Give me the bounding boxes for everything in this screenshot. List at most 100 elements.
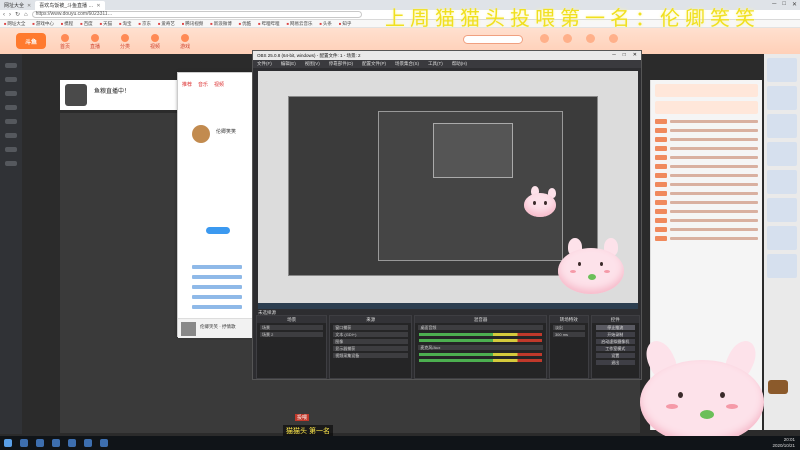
source-item[interactable]: 文本 (GDI+)	[333, 332, 409, 337]
bookmark-item[interactable]: 新浪微博	[210, 21, 232, 27]
maximize-icon[interactable]: □	[782, 1, 786, 8]
music-tab[interactable]: 音乐	[198, 81, 208, 88]
menu-item[interactable]: 工具(T)	[428, 61, 443, 67]
scene-item[interactable]: 场景 2	[260, 332, 324, 337]
nav-item[interactable]: 游戏	[180, 34, 190, 50]
ad-banner[interactable]	[767, 170, 797, 194]
transition-select[interactable]: 淡出	[552, 325, 585, 330]
music-tab[interactable]: 视频	[214, 81, 224, 88]
start-icon[interactable]	[4, 439, 12, 447]
nav-item[interactable]: 直播	[90, 34, 100, 50]
start-recording-button[interactable]: 开始录制	[595, 332, 636, 337]
exit-button[interactable]: 退出	[595, 360, 636, 365]
close-icon[interactable]: ✕	[27, 3, 31, 9]
source-item[interactable]: 图像	[333, 339, 409, 344]
file-explorer-icon[interactable]	[52, 439, 60, 447]
music-tab[interactable]: 推荐	[182, 81, 192, 88]
sidebar-item[interactable]	[5, 133, 17, 138]
bookmark-item[interactable]: 天猫	[100, 21, 112, 27]
sidebar-item[interactable]	[5, 119, 17, 124]
bookmark-item[interactable]: 网易云音乐	[287, 21, 313, 27]
site-logo[interactable]: 斗鱼	[16, 33, 46, 49]
menu-item[interactable]: 停靠部件(D)	[329, 61, 353, 67]
studio-mode-button[interactable]: 工作室模式	[595, 346, 636, 351]
bookmark-item[interactable]: 哔哩哔哩	[258, 21, 280, 27]
refresh-icon[interactable]: ↻	[15, 11, 20, 18]
bookmark-item[interactable]: 头条	[319, 21, 332, 27]
stop-stream-button[interactable]: 停止推流	[595, 325, 636, 330]
menu-item[interactable]: 配置文件(P)	[362, 61, 386, 67]
url-input[interactable]: https://www.douyu.com/6023311…	[31, 11, 362, 18]
volume-slider[interactable]	[419, 359, 542, 362]
song-item[interactable]	[192, 305, 242, 309]
bookmark-item[interactable]: 腾讯视频	[182, 21, 203, 27]
bookmark-item[interactable]: 淘宝	[119, 21, 132, 27]
menu-item[interactable]: 视图(V)	[305, 61, 320, 67]
search-icon[interactable]	[20, 439, 28, 447]
follow-button[interactable]	[206, 227, 230, 234]
task-view-icon[interactable]	[36, 439, 44, 447]
follow-icon[interactable]	[563, 34, 572, 43]
ad-banner[interactable]	[767, 114, 797, 138]
close-icon[interactable]: ✕	[633, 52, 637, 58]
bookmark-item[interactable]: 携程	[61, 21, 73, 27]
ad-banner[interactable]	[767, 58, 797, 82]
sidebar-item[interactable]	[5, 77, 17, 82]
streamer-avatar[interactable]	[65, 84, 87, 106]
sidebar-item[interactable]	[5, 161, 17, 166]
nav-item[interactable]: 分类	[120, 34, 130, 50]
ad-banner[interactable]	[767, 198, 797, 222]
menu-item[interactable]: 文件(F)	[257, 61, 272, 67]
scene-item[interactable]: 场景	[260, 325, 324, 330]
bookmark-item[interactable]: 京东	[139, 21, 151, 27]
forward-icon[interactable]: ›	[9, 12, 11, 18]
music-app-icon[interactable]	[100, 439, 108, 447]
song-item[interactable]	[192, 275, 242, 279]
browser-tab[interactable]: 网址大全 ✕	[0, 1, 35, 10]
menu-item[interactable]: 帮助(H)	[452, 61, 467, 67]
back-icon[interactable]: ‹	[3, 12, 5, 18]
sidebar-item[interactable]	[5, 63, 17, 68]
obs-icon[interactable]	[84, 439, 92, 447]
bookmark-item[interactable]: 知乎	[339, 21, 351, 27]
close-window-icon[interactable]: ✕	[792, 1, 797, 8]
sidebar-item[interactable]	[5, 147, 17, 152]
ad-banner[interactable]	[767, 86, 797, 110]
minimize-icon[interactable]: ─	[612, 52, 616, 58]
transition-duration[interactable]: 300 ms	[552, 332, 585, 337]
sidebar-item[interactable]	[5, 105, 17, 110]
system-clock[interactable]: 20:01 2020/10/21	[772, 437, 795, 449]
user-avatar-icon[interactable]	[609, 34, 618, 43]
ad-banner[interactable]	[767, 254, 797, 278]
nav-item[interactable]: 视频	[150, 34, 160, 50]
bookmark-item[interactable]: 百度	[80, 21, 93, 27]
gift-card[interactable]	[655, 84, 758, 97]
source-item[interactable]: 视频采集设备	[333, 353, 409, 358]
bookmark-item[interactable]: 网址大全	[4, 21, 25, 27]
browser-icon[interactable]	[68, 439, 76, 447]
menu-item[interactable]: 编辑(E)	[281, 61, 296, 67]
gift-card[interactable]	[655, 101, 758, 114]
browser-tab-active[interactable]: 喜欢鸟饭被_斗鱼直播 … ✕	[35, 1, 105, 10]
message-icon[interactable]	[586, 34, 595, 43]
maximize-icon[interactable]: □	[623, 52, 626, 58]
close-icon[interactable]: ✕	[96, 3, 100, 9]
volume-slider[interactable]	[419, 339, 542, 342]
sidebar-item[interactable]	[5, 91, 17, 96]
home-icon[interactable]: ⌂	[24, 12, 28, 18]
virtual-camera-button[interactable]: 启动虚拟摄像机	[595, 339, 636, 344]
album-cover[interactable]	[181, 322, 196, 336]
settings-button[interactable]: 设置	[595, 353, 636, 358]
song-item[interactable]	[192, 265, 242, 269]
ad-banner[interactable]	[767, 226, 797, 250]
bookmark-item[interactable]: 游戏中心	[32, 21, 54, 27]
source-item[interactable]: 显示器捕获	[333, 346, 409, 351]
ad-banner[interactable]	[767, 142, 797, 166]
bookmark-item[interactable]: 爱奇艺	[158, 21, 175, 27]
song-item[interactable]	[192, 285, 242, 289]
bookmark-item[interactable]: 优酷	[239, 21, 251, 27]
source-item[interactable]: 窗口捕获	[333, 325, 409, 330]
user-avatar[interactable]	[192, 125, 210, 143]
history-icon[interactable]	[540, 34, 549, 43]
menu-item[interactable]: 场景集合(S)	[395, 61, 419, 67]
